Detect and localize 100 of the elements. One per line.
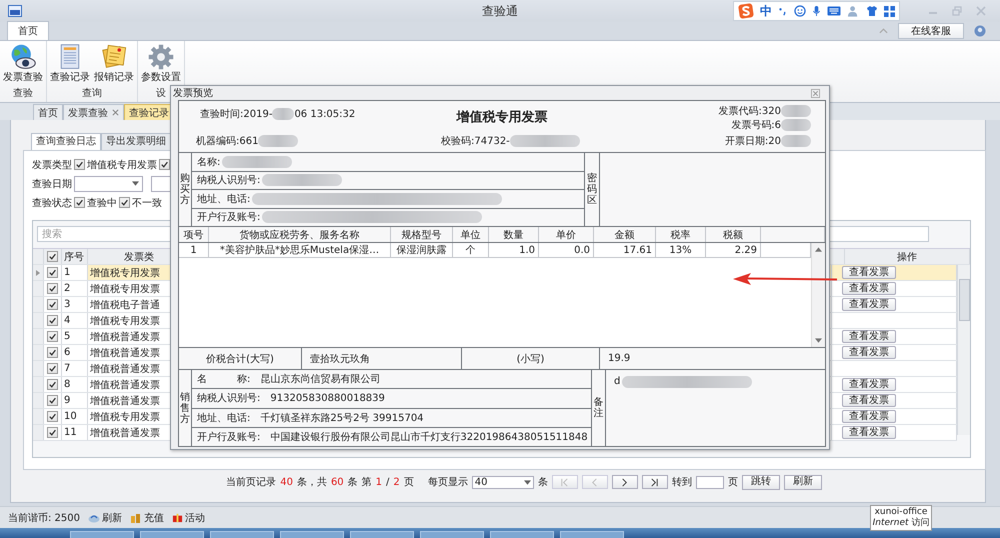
close-icon[interactable] bbox=[811, 88, 820, 98]
checkbox[interactable] bbox=[159, 159, 170, 170]
gift-icon bbox=[172, 512, 183, 523]
page-number-field[interactable] bbox=[696, 476, 724, 488]
column-header[interactable]: 序号 bbox=[62, 249, 88, 264]
checkbox[interactable] bbox=[119, 197, 130, 208]
checkbox[interactable] bbox=[74, 197, 85, 208]
status-action[interactable]: 充值 bbox=[130, 510, 164, 524]
ribbon-group-label: 设 bbox=[156, 88, 166, 99]
keyboard-icon[interactable] bbox=[827, 6, 841, 16]
close-icon[interactable] bbox=[112, 109, 119, 116]
punctuation-icon[interactable] bbox=[778, 5, 788, 17]
window-title: 查验通 bbox=[482, 2, 518, 20]
table-cell: 1 bbox=[179, 243, 209, 258]
dropdown-icon[interactable] bbox=[524, 480, 531, 484]
checkbox[interactable] bbox=[47, 283, 58, 294]
column-header: 货物或应税劳务、服务名称 bbox=[209, 227, 391, 242]
checkbox[interactable] bbox=[47, 251, 58, 262]
filter-label: 查验状态 bbox=[32, 196, 72, 210]
balance-text: 当前谐币: 2500 bbox=[8, 512, 80, 524]
table-cell: 8 bbox=[62, 377, 88, 392]
blurred-text bbox=[258, 135, 298, 147]
table-cell: 7 bbox=[62, 361, 88, 376]
ribbon-button[interactable]: 参数设置 bbox=[140, 41, 182, 86]
buyer-label: 购买方 bbox=[180, 173, 190, 206]
refresh-button[interactable]: 刷新 bbox=[784, 474, 822, 490]
total-label: (小写) bbox=[462, 348, 600, 369]
view-invoice-button[interactable]: 查看发票 bbox=[842, 346, 896, 359]
shirt-icon[interactable] bbox=[866, 5, 878, 17]
table-cell: 1.0 bbox=[489, 243, 539, 258]
machine-number: 机器编码:661 bbox=[196, 134, 258, 148]
checkbox[interactable] bbox=[47, 379, 58, 390]
smiley-icon[interactable] bbox=[794, 5, 806, 17]
view-invoice-button[interactable]: 查看发票 bbox=[842, 298, 896, 311]
status-action[interactable]: 刷新 bbox=[88, 510, 122, 524]
blurred-text bbox=[781, 135, 811, 147]
tooltip-text: Internet 访问 bbox=[872, 518, 930, 529]
ribbon-button[interactable]: 发票查验 bbox=[2, 41, 44, 86]
view-invoice-button[interactable]: 查看发票 bbox=[842, 282, 896, 295]
input-mode-toggle[interactable]: 中 bbox=[760, 2, 772, 20]
pager-label: 第 bbox=[362, 476, 372, 489]
date-field[interactable] bbox=[74, 176, 143, 192]
checkbox[interactable] bbox=[47, 315, 58, 326]
document-tab[interactable]: 首页 bbox=[33, 104, 63, 120]
scroll-down-icon[interactable] bbox=[815, 338, 822, 343]
chevron-right-icon bbox=[620, 478, 630, 486]
jump-button[interactable]: 跳转 bbox=[742, 474, 780, 490]
scroll-up-icon[interactable] bbox=[815, 247, 822, 252]
checkbox[interactable] bbox=[74, 159, 85, 170]
scrollbar[interactable] bbox=[811, 243, 825, 347]
checkbox[interactable] bbox=[47, 363, 58, 374]
table-cell: 2 bbox=[62, 281, 88, 296]
option-label: 查验中 bbox=[87, 196, 117, 210]
ribbon-button[interactable]: 报销记录 bbox=[93, 41, 135, 86]
view-invoice-button[interactable]: 查看发票 bbox=[842, 330, 896, 343]
option-label: 不一致 bbox=[132, 196, 162, 210]
page-size-dropdown[interactable]: 40 bbox=[472, 476, 534, 488]
avatar-icon[interactable] bbox=[974, 25, 986, 37]
microphone-icon[interactable] bbox=[812, 5, 821, 17]
checkbox[interactable] bbox=[47, 427, 58, 438]
checkbox[interactable] bbox=[47, 299, 58, 310]
view-invoice-button[interactable]: 查看发票 bbox=[842, 378, 896, 391]
document-tab[interactable]: 发票查验 bbox=[63, 104, 124, 120]
skip-start-icon bbox=[560, 478, 570, 486]
pager-label: 转到 bbox=[672, 476, 692, 489]
view-invoice-button[interactable]: 查看发票 bbox=[842, 266, 896, 279]
checkbox[interactable] bbox=[47, 411, 58, 422]
column-header: 数量 bbox=[489, 227, 539, 242]
field-label: 开户行及账号: bbox=[197, 210, 260, 224]
dropdown-icon[interactable] bbox=[132, 181, 139, 186]
column-header: 金额 bbox=[594, 227, 656, 242]
grid-icon[interactable] bbox=[884, 6, 895, 16]
column-header[interactable]: 操作 bbox=[845, 249, 970, 264]
ribbon-tab[interactable]: 首页 bbox=[7, 21, 49, 40]
online-service-button[interactable]: 在线客服 bbox=[898, 23, 964, 39]
option-label: 增值税专用发票 bbox=[87, 158, 157, 172]
checkbox[interactable] bbox=[47, 395, 58, 406]
input-method-icon[interactable] bbox=[738, 3, 754, 19]
chevron-left-icon bbox=[590, 478, 600, 486]
view-tab[interactable]: 导出发票明细 bbox=[101, 133, 171, 150]
scrollbar[interactable] bbox=[957, 265, 970, 435]
view-invoice-button[interactable]: 查看发票 bbox=[842, 426, 896, 439]
view-invoice-button[interactable]: 查看发票 bbox=[842, 394, 896, 407]
view-tab[interactable]: 查询查验日志 bbox=[31, 133, 101, 150]
field-value: 913205830880018839 bbox=[270, 392, 385, 404]
invoice-code: 发票代码:320 bbox=[718, 105, 781, 118]
page-count: 60 bbox=[330, 476, 344, 488]
checkbox[interactable] bbox=[47, 331, 58, 342]
ribbon-button[interactable]: 查验记录 bbox=[49, 41, 91, 86]
checkbox[interactable] bbox=[47, 267, 58, 278]
row-indicator-icon bbox=[36, 270, 40, 276]
checkbox[interactable] bbox=[47, 347, 58, 358]
last-page-button[interactable] bbox=[642, 475, 668, 489]
table-cell: 13% bbox=[656, 243, 706, 258]
table-cell: 2.29 bbox=[706, 243, 761, 258]
ribbon-group-label: 查询 bbox=[82, 88, 102, 99]
blurred-text bbox=[222, 156, 292, 168]
view-invoice-button[interactable]: 查看发票 bbox=[842, 410, 896, 423]
status-action[interactable]: 活动 bbox=[172, 510, 205, 524]
user-icon[interactable] bbox=[847, 5, 860, 17]
